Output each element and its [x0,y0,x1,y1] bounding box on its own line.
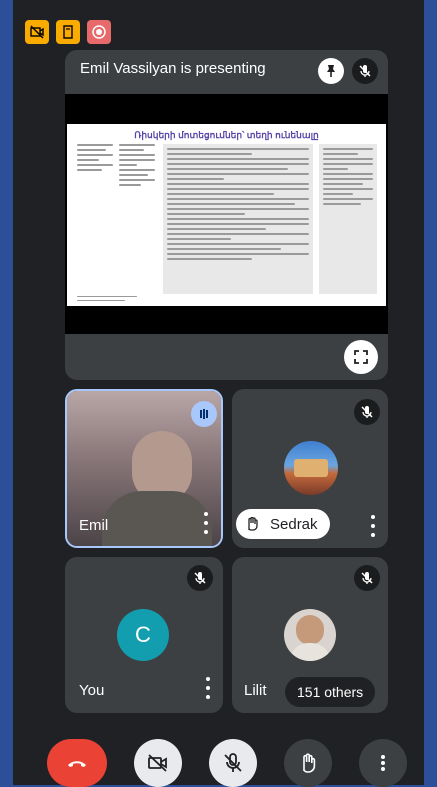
participant-tile-sedrak[interactable]: Sedrak [232,389,388,548]
avatar-building [294,459,328,477]
participant-name: You [79,682,105,699]
tablet-icon [56,20,80,44]
participant-tile-lilit[interactable]: Lilit 151 others [232,557,388,713]
participant-tile-you[interactable]: C You [65,557,223,713]
end-call-icon [68,761,86,767]
avatar [284,441,338,495]
participant-mic-off [354,565,380,591]
more-options-button[interactable] [359,739,407,787]
avatar [284,609,336,661]
mic-off-icon [359,65,371,77]
more-vert-icon [381,755,385,771]
mic-toggle-button[interactable] [209,739,257,787]
slide-title: Ռիսկերի մոտեցումներ՝ տեղի ունենալը [134,130,319,140]
participant-options-button[interactable] [366,515,380,537]
mic-off-icon [194,572,206,584]
pin-button[interactable] [318,58,344,84]
avatar: C [117,609,169,661]
others-count-badge[interactable]: 151 others [285,677,376,707]
participant-shoulders [102,491,212,546]
slide-column-left [77,144,113,174]
raised-hand-badge: Sedrak [236,509,330,539]
participant-options-button[interactable] [201,677,215,699]
end-call-button[interactable] [47,739,107,787]
shared-slide: Ռիսկերի մոտեցումներ՝ տեղի ունենալը [67,124,386,306]
mic-off-icon [224,753,242,772]
avatar-face [296,615,324,645]
audio-level-icon [200,409,208,419]
presenter-mic-off [352,58,378,84]
mic-off-icon [361,406,373,418]
slide-footer [77,296,137,304]
camera-off-icon [25,20,49,44]
speaking-indicator [191,401,217,427]
pin-icon [327,65,335,77]
camera-toggle-button[interactable] [134,739,182,787]
avatar-shirt [290,643,330,661]
participant-mic-off [187,565,213,591]
slide-content-box [163,144,313,294]
participant-name: Lilit [244,682,267,699]
participant-mic-off [354,399,380,425]
fullscreen-icon [354,350,368,364]
record-icon [87,20,111,44]
hand-icon [248,516,258,531]
camera-off-icon [148,754,167,772]
meet-screen: Emil Vassilyan is presenting Ռիսկերի մոտ… [13,0,424,787]
raise-hand-button[interactable] [284,739,332,787]
presenter-text: Emil Vassilyan is presenting [80,60,266,77]
participant-options-button[interactable] [199,512,213,534]
slide-column-mid [119,144,155,189]
hand-icon [303,753,316,773]
participant-tile-emil[interactable]: Emil [65,389,223,548]
fullscreen-button[interactable] [344,340,378,374]
presentation-tile[interactable]: Emil Vassilyan is presenting Ռիսկերի մոտ… [65,50,388,380]
participant-name: Sedrak [270,515,318,533]
presentation-video: Ռիսկերի մոտեցումներ՝ տեղի ունենալը [65,94,388,334]
mic-off-icon [361,572,373,584]
participant-name: Emil [79,517,109,534]
slide-column-right [319,144,377,294]
